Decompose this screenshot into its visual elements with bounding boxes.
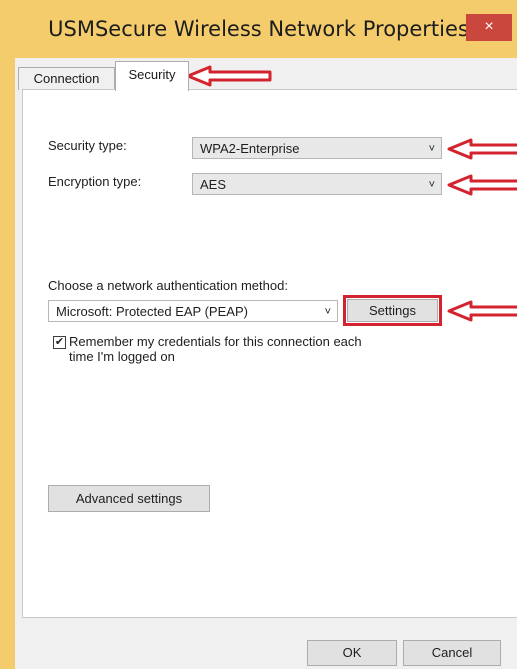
advanced-settings-button[interactable]: Advanced settings [48, 485, 210, 512]
ok-button[interactable]: OK [307, 640, 397, 666]
security-type-label: Security type: [48, 138, 127, 153]
auth-method-select[interactable]: Microsoft: Protected EAP (PEAP) ˅ [48, 300, 338, 322]
auth-method-label: Choose a network authentication method: [48, 278, 288, 293]
remember-credentials-label-line1: Remember my credentials for this connect… [69, 334, 362, 349]
auth-method-value: Microsoft: Protected EAP (PEAP) [56, 304, 248, 319]
close-button[interactable]: × [466, 14, 512, 41]
tab-security[interactable]: Security [115, 61, 189, 91]
cancel-button[interactable]: Cancel [403, 640, 501, 666]
chevron-down-icon: ˅ [428, 143, 435, 155]
remember-credentials-label-line2: time I'm logged on [69, 349, 175, 364]
annotation-arrow-icon [186, 65, 272, 87]
settings-button[interactable]: Settings [347, 299, 438, 322]
security-type-value: WPA2-Enterprise [200, 141, 300, 156]
chevron-down-icon: ˅ [324, 306, 331, 318]
tab-connection[interactable]: Connection [18, 67, 115, 90]
annotation-arrow-icon [447, 174, 517, 196]
properties-window: USMSecure Wireless Network Properties × … [0, 0, 517, 669]
annotation-arrow-icon [447, 138, 517, 160]
remember-credentials-checkbox[interactable]: ✔ [53, 336, 66, 349]
encryption-type-value: AES [200, 177, 227, 192]
security-type-select[interactable]: WPA2-Enterprise ˅ [192, 137, 442, 159]
annotation-arrow-icon [447, 300, 517, 322]
encryption-type-select[interactable]: AES ˅ [192, 173, 442, 195]
encryption-type-label: Encryption type: [48, 174, 142, 189]
title-bar: USMSecure Wireless Network Properties × [0, 0, 517, 52]
window-title: USMSecure Wireless Network Properties [48, 17, 469, 41]
chevron-down-icon: ˅ [428, 179, 435, 191]
